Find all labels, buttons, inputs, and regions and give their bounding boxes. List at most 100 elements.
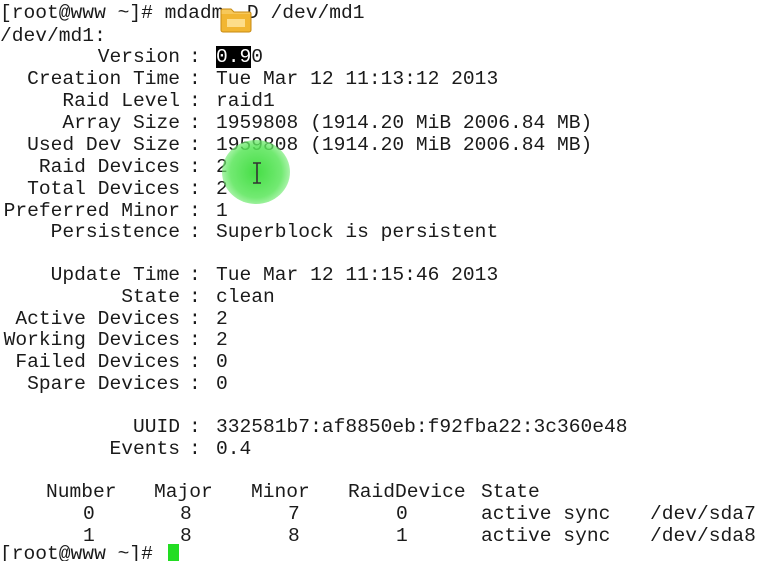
field-separator: : (189, 134, 201, 156)
field-row: Update Time: Tue Mar 12 11:15:46 2013 (0, 264, 782, 286)
row-raiddevice: 0 (396, 503, 408, 525)
field-row: Failed Devices:0 (0, 351, 782, 373)
field-value: 0 (216, 351, 228, 373)
field-label-box: UUID (0, 416, 180, 438)
field-row: Spare Devices:0 (0, 373, 782, 395)
field-separator: : (189, 200, 201, 222)
field-row: Raid Devices:2 (0, 156, 782, 178)
field-label: Raid Devices (38, 156, 180, 178)
unselected-text: 0 (251, 46, 264, 68)
field-row: Persistence: Superblock is persistent (0, 221, 782, 243)
field-row: Version:0.90 (0, 46, 782, 68)
field-separator: : (189, 264, 201, 286)
field-value: 2 (216, 308, 228, 330)
field-row: Array Size:1959808 (1914.20 MiB 2006.84 … (0, 112, 782, 134)
field-label-box: Raid Level (0, 90, 180, 112)
field-label-box: Active Devices (0, 308, 180, 330)
field-label: UUID (132, 416, 180, 438)
field-label: Spare Devices (27, 373, 180, 395)
field-row: Creation Time: Tue Mar 12 11:13:12 2013 (0, 68, 782, 90)
shell-prompt[interactable]: [root@www ~]# (0, 543, 165, 561)
field-separator: : (189, 373, 201, 395)
field-separator: : (189, 329, 201, 351)
ibeam-cursor-icon (253, 162, 261, 184)
row-minor: 7 (288, 503, 300, 525)
field-separator: : (189, 46, 201, 68)
terminal-window[interactable]: [root@www ~]# mdadm -D /dev/md1 /dev/md1… (0, 0, 782, 561)
field-separator: : (189, 221, 201, 243)
field-label-box: Failed Devices (0, 351, 180, 373)
field-separator: : (189, 68, 201, 90)
field-value: Tue Mar 12 11:13:12 2013 (216, 68, 499, 90)
field-separator: : (189, 156, 201, 178)
field-value: 2 (216, 329, 228, 351)
field-label: Failed Devices (15, 351, 180, 373)
field-label: Preferred Minor (3, 200, 180, 222)
field-label: Events (109, 438, 180, 460)
field-value: 1 (216, 200, 228, 222)
field-label-box: Used Dev Size (0, 134, 180, 156)
field-label-box: Update Time (0, 264, 180, 286)
field-label-box: Working Devices (0, 329, 180, 351)
field-row: Raid Level: raid1 (0, 90, 782, 112)
command-line: [root@www ~]# mdadm -D /dev/md1 (0, 2, 365, 24)
field-value: 332581b7:af8850eb:f92fba22:3c360e48 (216, 416, 628, 438)
field-label-box: Raid Devices (0, 156, 180, 178)
field-row: Working Devices:2 (0, 329, 782, 351)
row-raiddevice: 1 (396, 525, 408, 547)
field-label-box: Persistence (0, 221, 180, 243)
field-label-box: Creation Time (0, 68, 180, 90)
row-state: active sync (481, 525, 611, 547)
field-label-box: Events (0, 438, 180, 460)
field-label: Persistence (50, 221, 180, 243)
field-label: State (121, 286, 180, 308)
field-label: Raid Level (62, 90, 180, 112)
field-separator: : (189, 178, 201, 200)
field-label-box: State (0, 286, 180, 308)
header-state: State (481, 481, 540, 503)
header-raiddevice: RaidDevice (348, 481, 466, 503)
field-value: 0.4 (216, 438, 252, 460)
field-row: Events:0.4 (0, 438, 782, 460)
field-label-box: Spare Devices (0, 373, 180, 395)
field-value: Tue Mar 12 11:15:46 2013 (216, 264, 499, 286)
field-label-box: Total Devices (0, 178, 180, 200)
field-label-box: Array Size (0, 112, 180, 134)
field-label: Update Time (50, 264, 180, 286)
folder-icon (220, 8, 252, 33)
field-label: Active Devices (15, 308, 180, 330)
field-separator: : (189, 112, 201, 134)
field-value: 0 (216, 373, 228, 395)
row-minor: 8 (288, 525, 300, 547)
table-header-row: Number Major Minor RaidDevice State (0, 481, 782, 503)
field-label: Used Dev Size (27, 134, 180, 156)
row-number: 0 (83, 503, 95, 525)
device-header: /dev/md1: (0, 25, 106, 47)
field-row: State: clean (0, 286, 782, 308)
field-label-box: Version (0, 46, 180, 68)
header-major: Major (154, 481, 213, 503)
selected-text: 0.9 (216, 46, 252, 68)
table-row: 0 8 7 0 active sync /dev/sda7 (0, 503, 782, 525)
field-label: Array Size (62, 112, 180, 134)
header-number: Number (46, 481, 117, 503)
field-value-selected: 0.90 (216, 46, 263, 68)
field-row: Active Devices:2 (0, 308, 782, 330)
row-major: 8 (180, 503, 192, 525)
row-major: 8 (180, 525, 192, 547)
field-separator: : (189, 438, 201, 460)
field-value: clean (216, 286, 275, 308)
field-separator: : (189, 416, 201, 438)
field-value: Superblock is persistent (216, 221, 499, 243)
row-device: /dev/sda8 (650, 525, 756, 547)
field-row: UUID:332581b7:af8850eb:f92fba22:3c360e48 (0, 416, 782, 438)
field-label: Total Devices (27, 178, 180, 200)
field-separator: : (189, 351, 201, 373)
field-separator: : (189, 308, 201, 330)
row-device: /dev/sda7 (650, 503, 756, 525)
field-label: Working Devices (3, 329, 180, 351)
text-cursor (168, 544, 179, 561)
field-separator: : (189, 90, 201, 112)
field-label-box: Preferred Minor (0, 200, 180, 222)
header-minor: Minor (251, 481, 310, 503)
